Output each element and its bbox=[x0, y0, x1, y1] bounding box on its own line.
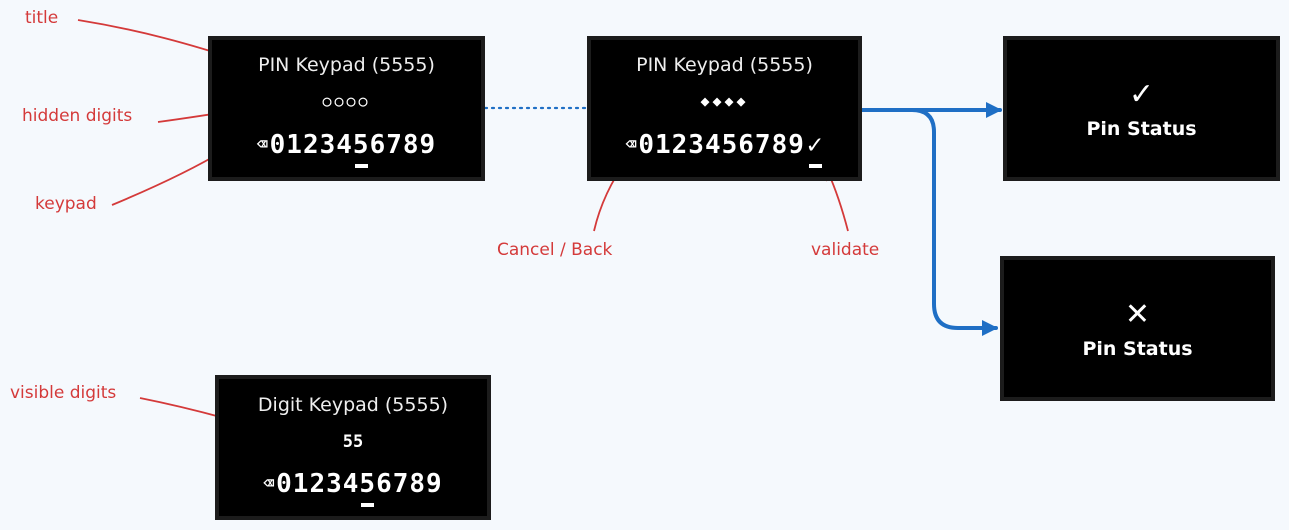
pin-status-label: Pin Status bbox=[1082, 338, 1193, 360]
digit-key-5[interactable]: 5 bbox=[353, 130, 370, 168]
digit-key-0[interactable]: 0 bbox=[638, 130, 655, 160]
digit-key-8[interactable]: 8 bbox=[772, 130, 789, 160]
annotation-visible-digits: visible digits bbox=[10, 383, 117, 403]
digit-key-9[interactable]: 9 bbox=[420, 130, 437, 160]
digit-key-6[interactable]: 6 bbox=[738, 130, 755, 160]
pin-keypad-screen-empty: PIN Keypad (5555) ○○○○ ⌫0123456789 bbox=[208, 36, 485, 181]
flow-arrow-fail bbox=[910, 108, 998, 336]
digit-key-5[interactable]: 5 bbox=[722, 130, 739, 160]
keypad-row[interactable]: ⌫0123456789 bbox=[212, 130, 481, 168]
digit-key-1[interactable]: 1 bbox=[293, 469, 310, 499]
digit-key-6[interactable]: 6 bbox=[376, 469, 393, 499]
digit-key-2[interactable]: 2 bbox=[303, 130, 320, 160]
screen-title: PIN Keypad (5555) bbox=[258, 54, 435, 76]
keypad-row[interactable]: ⌫0123456789 bbox=[219, 469, 487, 507]
digit-key-1[interactable]: 1 bbox=[655, 130, 672, 160]
digit-key-7[interactable]: 7 bbox=[755, 130, 772, 160]
backspace-key[interactable]: ⌫ bbox=[257, 130, 269, 160]
pin-status-success-screen: ✓ Pin Status bbox=[1003, 36, 1280, 181]
digit-key-4[interactable]: 4 bbox=[343, 469, 360, 499]
digit-keypad-screen: Digit Keypad (5555) 55 ⌫0123456789 bbox=[215, 375, 491, 520]
digit-key-7[interactable]: 7 bbox=[393, 469, 410, 499]
digit-key-6[interactable]: 6 bbox=[370, 130, 387, 160]
digit-key-5[interactable]: 5 bbox=[359, 469, 376, 507]
backspace-key[interactable]: ⌫ bbox=[263, 469, 275, 499]
screen-title: PIN Keypad (5555) bbox=[636, 54, 813, 76]
validate-key[interactable]: ✓ bbox=[807, 130, 824, 168]
hidden-digits: ○○○○ bbox=[322, 92, 371, 110]
digit-key-0[interactable]: 0 bbox=[276, 469, 293, 499]
backspace-key[interactable]: ⌫ bbox=[625, 130, 637, 160]
digit-key-9[interactable]: 9 bbox=[788, 130, 805, 160]
digit-key-3[interactable]: 3 bbox=[688, 130, 705, 160]
screen-title: Digit Keypad (5555) bbox=[257, 394, 449, 416]
digit-key-8[interactable]: 8 bbox=[409, 469, 426, 499]
digit-key-9[interactable]: 9 bbox=[426, 469, 443, 499]
hidden-digits: ◆◆◆◆ bbox=[700, 92, 749, 110]
cross-icon: ✕ bbox=[1124, 297, 1151, 332]
pin-status-label: Pin Status bbox=[1086, 118, 1197, 140]
digit-key-2[interactable]: 2 bbox=[309, 469, 326, 499]
digit-key-8[interactable]: 8 bbox=[403, 130, 420, 160]
annotation-keypad: keypad bbox=[35, 194, 97, 214]
digit-key-3[interactable]: 3 bbox=[326, 469, 343, 499]
digit-key-4[interactable]: 4 bbox=[705, 130, 722, 160]
annotation-cancel-back: Cancel / Back bbox=[497, 240, 613, 260]
digit-key-2[interactable]: 2 bbox=[672, 130, 689, 160]
annotation-hidden-digits: hidden digits bbox=[22, 106, 133, 126]
check-icon: ✓ bbox=[1128, 77, 1155, 112]
diagram-canvas: title hidden digits keypad Cancel / Back… bbox=[0, 0, 1289, 530]
digit-key-0[interactable]: 0 bbox=[270, 130, 287, 160]
digit-key-1[interactable]: 1 bbox=[286, 130, 303, 160]
digit-key-4[interactable]: 4 bbox=[336, 130, 353, 160]
digit-key-7[interactable]: 7 bbox=[386, 130, 403, 160]
pin-keypad-screen-filled: PIN Keypad (5555) ◆◆◆◆ ⌫0123456789✓ bbox=[587, 36, 862, 181]
annotation-validate: validate bbox=[811, 240, 880, 260]
visible-digits: 55 bbox=[342, 432, 364, 452]
keypad-row[interactable]: ⌫0123456789✓ bbox=[591, 130, 858, 168]
annotation-title: title bbox=[25, 8, 59, 28]
pin-status-fail-screen: ✕ Pin Status bbox=[1000, 256, 1275, 401]
digit-key-3[interactable]: 3 bbox=[320, 130, 337, 160]
